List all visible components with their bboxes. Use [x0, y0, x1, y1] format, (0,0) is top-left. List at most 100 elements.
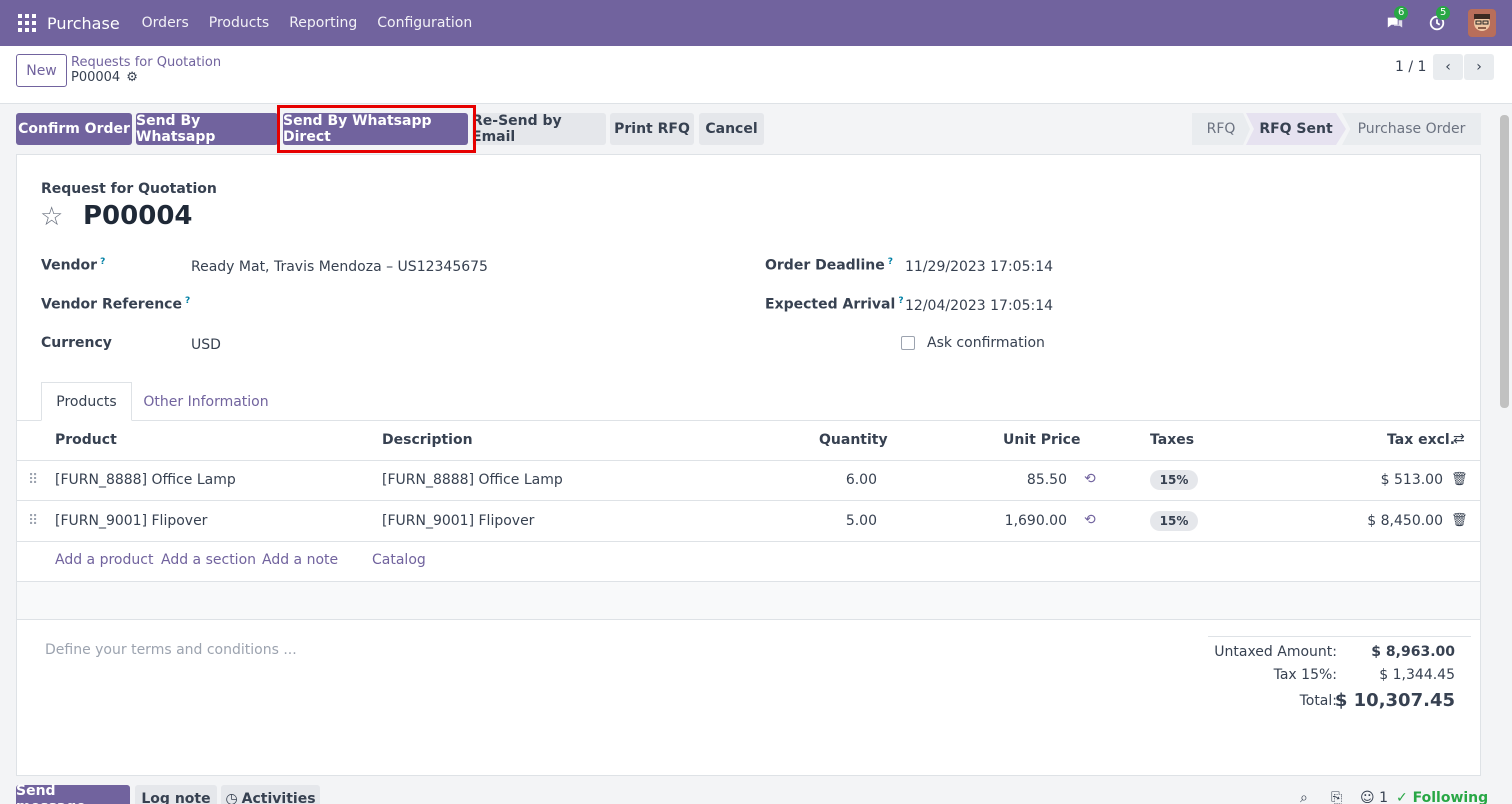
totals-divider	[1208, 636, 1471, 637]
drag-handle-icon[interactable]: ⠿	[28, 513, 38, 529]
activities-button[interactable]: ◷ Activities	[221, 785, 320, 804]
column-product[interactable]: Product	[55, 432, 117, 448]
send-by-whatsapp-button[interactable]: Send By Whatsapp	[136, 113, 278, 145]
row-product[interactable]: [FURN_9001] Flipover	[55, 513, 207, 529]
help-icon[interactable]: ?	[898, 296, 903, 306]
tab-products[interactable]: Products	[41, 382, 132, 421]
print-rfq-button[interactable]: Print RFQ	[610, 113, 694, 145]
user-icon: ☺	[1360, 790, 1375, 804]
vendor-label: Vendor?	[41, 257, 106, 274]
menu-configuration[interactable]: Configuration	[377, 15, 472, 31]
star-icon[interactable]: ☆	[40, 202, 63, 232]
highlight-annotation	[277, 105, 476, 153]
order-deadline-label: Order Deadline?	[765, 257, 893, 274]
catalog-link[interactable]: Catalog	[372, 552, 426, 568]
row-divider	[16, 500, 1481, 501]
new-button[interactable]: New	[16, 54, 67, 87]
messaging-button[interactable]: 6	[1384, 6, 1409, 34]
stage-purchase-order[interactable]: Purchase Order	[1342, 113, 1481, 145]
order-deadline-field[interactable]: 11/29/2023 17:05:14	[905, 259, 1053, 275]
clock-icon: ◷	[225, 791, 238, 804]
resend-by-email-button[interactable]: Re-Send by Email	[472, 113, 606, 145]
row-quantity[interactable]: 6.00	[820, 472, 877, 488]
row-divider	[16, 460, 1481, 461]
tax-badge[interactable]: 15%	[1150, 511, 1198, 531]
row-product[interactable]: [FURN_8888] Office Lamp	[55, 472, 236, 488]
messages-count-badge: 6	[1394, 6, 1409, 20]
log-note-button[interactable]: Log note	[135, 785, 217, 804]
help-icon[interactable]: ?	[888, 257, 893, 267]
expected-arrival-field[interactable]: 12/04/2023 17:05:14	[905, 298, 1053, 314]
following-button[interactable]: ✓ Following	[1396, 790, 1488, 804]
ask-confirmation-checkbox[interactable]	[901, 336, 915, 350]
help-icon[interactable]: ?	[185, 296, 190, 306]
optional-columns-icon[interactable]: ⇄	[1453, 431, 1465, 447]
history-icon[interactable]: ⟲	[1084, 512, 1096, 528]
breadcrumb[interactable]: Requests for Quotation	[71, 55, 221, 70]
total-value: $ 10,307.45	[1334, 690, 1455, 711]
vendor-field[interactable]: Ready Mat, Travis Mendoza – US12345675	[191, 259, 488, 275]
total-label: Total:	[1299, 693, 1337, 709]
vendor-reference-field[interactable]	[191, 296, 591, 316]
tax-value: $ 1,344.45	[1379, 667, 1455, 683]
check-icon: ✓	[1396, 790, 1408, 804]
send-message-button[interactable]: Send message	[16, 783, 130, 804]
row-unit-price[interactable]: 1,690.00	[980, 513, 1067, 529]
column-description[interactable]: Description	[382, 432, 473, 448]
gear-icon[interactable]: ⚙	[126, 70, 138, 85]
row-description[interactable]: [FURN_8888] Office Lamp	[382, 472, 563, 488]
user-avatar[interactable]	[1468, 9, 1496, 37]
chevron-left-icon: ‹	[1445, 59, 1451, 75]
row-divider	[16, 541, 1481, 542]
add-section-link[interactable]: Add a section	[161, 552, 256, 568]
rfq-title-label: Request for Quotation	[41, 181, 217, 197]
drag-handle-icon[interactable]: ⠿	[28, 472, 38, 488]
untaxed-amount-value: $ 8,963.00	[1371, 644, 1455, 660]
row-divider	[16, 619, 1481, 620]
terms-field[interactable]: Define your terms and conditions ...	[45, 642, 297, 658]
cancel-button[interactable]: Cancel	[699, 113, 764, 145]
ask-confirmation-label[interactable]: Ask confirmation	[927, 335, 1045, 351]
tax-badge[interactable]: 15%	[1150, 470, 1198, 490]
chevron-right-icon: ›	[1476, 59, 1482, 75]
menu-reporting[interactable]: Reporting	[289, 15, 357, 31]
column-unit-price[interactable]: Unit Price	[1003, 432, 1080, 448]
column-taxes[interactable]: Taxes	[1150, 432, 1194, 448]
currency-label: Currency	[41, 335, 112, 351]
trash-icon[interactable]: 🗑	[1451, 513, 1468, 528]
stage-rfq[interactable]: RFQ	[1192, 113, 1250, 145]
confirm-order-button[interactable]: Confirm Order	[16, 113, 132, 145]
menu-orders[interactable]: Orders	[142, 15, 189, 31]
add-product-link[interactable]: Add a product	[55, 552, 153, 568]
vendor-reference-label: Vendor Reference?	[41, 296, 191, 313]
currency-field[interactable]: USD	[191, 337, 221, 353]
control-panel: New Requests for Quotation P00004 ⚙ 1 / …	[0, 46, 1512, 104]
scrollbar[interactable]	[1500, 115, 1509, 408]
menu-products[interactable]: Products	[209, 15, 269, 31]
followers-button[interactable]: ☺ 1	[1360, 790, 1388, 804]
paperclip-icon[interactable]: ⎘	[1331, 790, 1342, 804]
rfq-name: P00004	[83, 201, 193, 231]
pager-value[interactable]: 1 / 1	[1395, 59, 1426, 75]
row-subtotal: $ 513.00	[1380, 472, 1443, 488]
row-quantity[interactable]: 5.00	[820, 513, 877, 529]
tab-other-information[interactable]: Other Information	[140, 382, 272, 421]
row-unit-price[interactable]: 85.50	[980, 472, 1067, 488]
search-icon[interactable]: ⌕	[1300, 790, 1308, 804]
pager-previous-button[interactable]: ‹	[1433, 54, 1463, 80]
trash-icon[interactable]: 🗑	[1451, 472, 1468, 487]
add-note-link[interactable]: Add a note	[262, 552, 338, 568]
help-icon[interactable]: ?	[100, 257, 105, 267]
stage-rfq-sent[interactable]: RFQ Sent	[1246, 113, 1346, 145]
record-name: P00004	[71, 70, 121, 85]
column-quantity[interactable]: Quantity	[819, 432, 888, 448]
history-icon[interactable]: ⟲	[1084, 471, 1096, 487]
apps-menu-icon[interactable]	[18, 14, 36, 32]
column-tax-excl[interactable]: Tax excl.	[1387, 432, 1455, 448]
app-name[interactable]: Purchase	[47, 14, 120, 33]
pager-next-button[interactable]: ›	[1464, 54, 1494, 80]
activities-button[interactable]: 5	[1426, 6, 1451, 34]
expected-arrival-label: Expected Arrival?	[765, 296, 904, 313]
record-title: P00004 ⚙	[71, 70, 138, 85]
row-description[interactable]: [FURN_9001] Flipover	[382, 513, 534, 529]
